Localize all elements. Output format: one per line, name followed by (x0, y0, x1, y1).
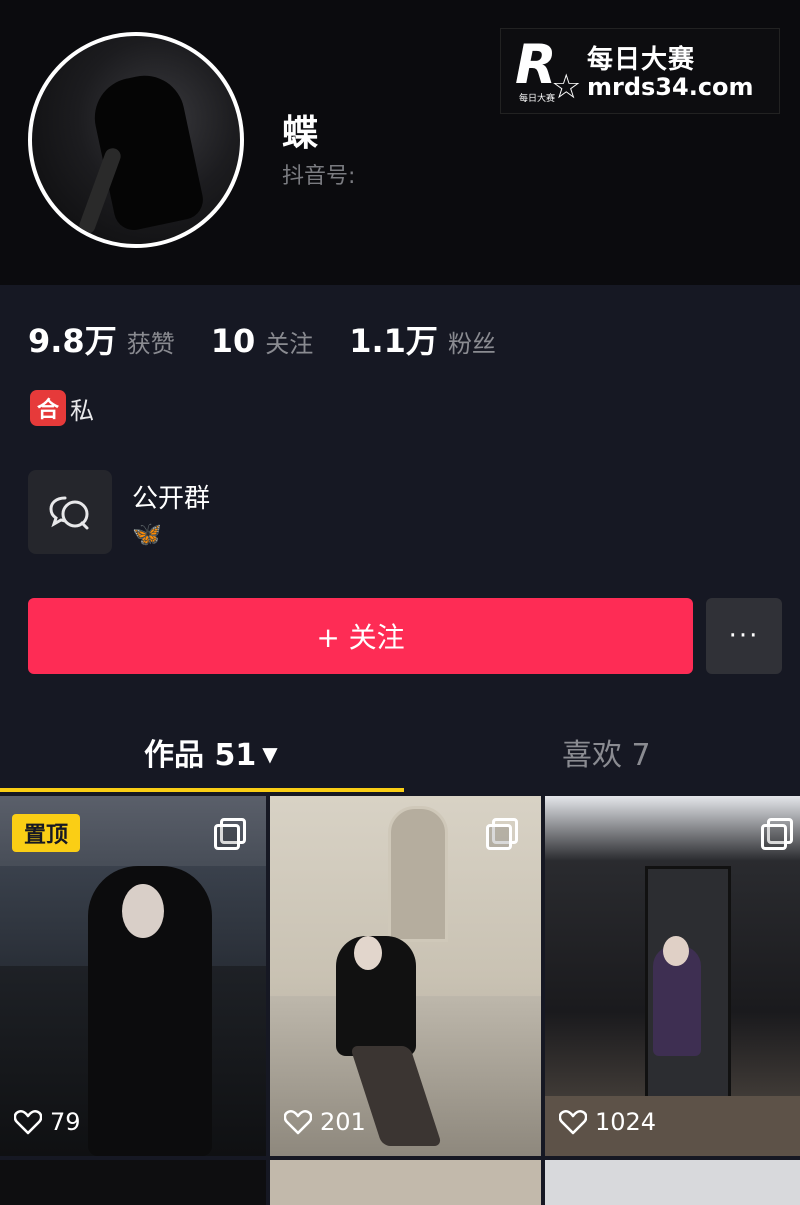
video-likes: 1024 (559, 1108, 656, 1136)
stat-label: 粉丝 (447, 330, 496, 358)
avatar[interactable] (28, 32, 244, 248)
stat-value: 10 (210, 322, 256, 360)
watermark: R ☆ 每日大赛 每日大赛 mrds34.com (500, 28, 780, 114)
watermark-url: mrds34.com (587, 73, 754, 101)
douyin-id-label[interactable]: 抖音号: (282, 158, 355, 190)
multi-image-icon (761, 818, 793, 850)
tab-works-label: 作品 51 (144, 738, 257, 773)
watermark-logo: R ☆ 每日大赛 (513, 33, 582, 107)
video-likes: 201 (284, 1108, 366, 1136)
chat-bubbles-icon (28, 470, 112, 554)
more-dots-icon: ··· (728, 621, 760, 651)
stat-label: 关注 (265, 330, 314, 358)
stat-value: 9.8万 (28, 322, 117, 360)
tag-text: 私 (70, 396, 94, 425)
heart-icon (14, 1109, 42, 1135)
tag-badge: 合 (30, 390, 66, 426)
thumbnail-background (388, 806, 448, 942)
video-thumbnail[interactable]: 1024 (545, 796, 800, 1156)
profile-header: 蝶 抖音号: R ☆ 每日大赛 每日大赛 mrds34.com (0, 0, 800, 285)
follow-button[interactable]: + 关注 (28, 598, 693, 674)
video-grid: 置顶 79 201 1024 (0, 796, 800, 1205)
thumbnail-figure-face (354, 936, 382, 970)
video-likes: 79 (14, 1108, 81, 1136)
video-thumbnail[interactable]: 201 (270, 796, 541, 1156)
pinned-badge: 置顶 (12, 814, 80, 852)
video-likes-count: 201 (320, 1108, 366, 1136)
nickname: 蝶 (282, 113, 319, 154)
tab-indicator (0, 788, 404, 792)
profile-tag: 合 私 (30, 390, 94, 426)
thumbnail-figure-face (663, 936, 689, 966)
stat-value: 1.1万 (349, 322, 438, 360)
stat-label: 获赞 (126, 330, 175, 358)
content-tabs: 作品 51 ▼ 喜欢 7 (0, 700, 800, 796)
stat-followers[interactable]: 1.1万 粉丝 (349, 316, 496, 362)
butterfly-icon: 🦋 (132, 520, 162, 548)
video-thumbnail[interactable] (0, 1160, 266, 1205)
heart-icon (284, 1109, 312, 1135)
watermark-logo-small-text: 每日大赛 (519, 94, 556, 104)
video-thumbnail[interactable]: 置顶 79 (0, 796, 266, 1156)
star-icon: ☆ (551, 67, 582, 107)
caret-down-icon: ▼ (262, 742, 278, 766)
profile-stats: 9.8万 获赞 10 关注 1.1万 粉丝 (28, 316, 532, 362)
multi-image-icon (486, 818, 518, 850)
public-group-entry[interactable]: 公开群 🦋 (28, 470, 428, 556)
heart-icon (559, 1109, 587, 1135)
tab-works[interactable]: 作品 51 ▼ (144, 730, 278, 774)
video-thumbnail[interactable] (545, 1160, 800, 1205)
video-likes-count: 79 (50, 1108, 81, 1136)
multi-image-icon (214, 818, 246, 850)
group-name: 公开群 (132, 484, 211, 514)
video-likes-count: 1024 (595, 1108, 657, 1136)
thumbnail-figure-face (122, 884, 164, 938)
tab-likes[interactable]: 喜欢 7 (562, 730, 651, 774)
stat-following[interactable]: 10 关注 (211, 322, 314, 360)
watermark-name: 每日大赛 (587, 45, 696, 75)
more-button[interactable]: ··· (706, 598, 782, 674)
stat-likes[interactable]: 9.8万 获赞 (28, 316, 175, 362)
video-thumbnail[interactable] (270, 1160, 541, 1205)
